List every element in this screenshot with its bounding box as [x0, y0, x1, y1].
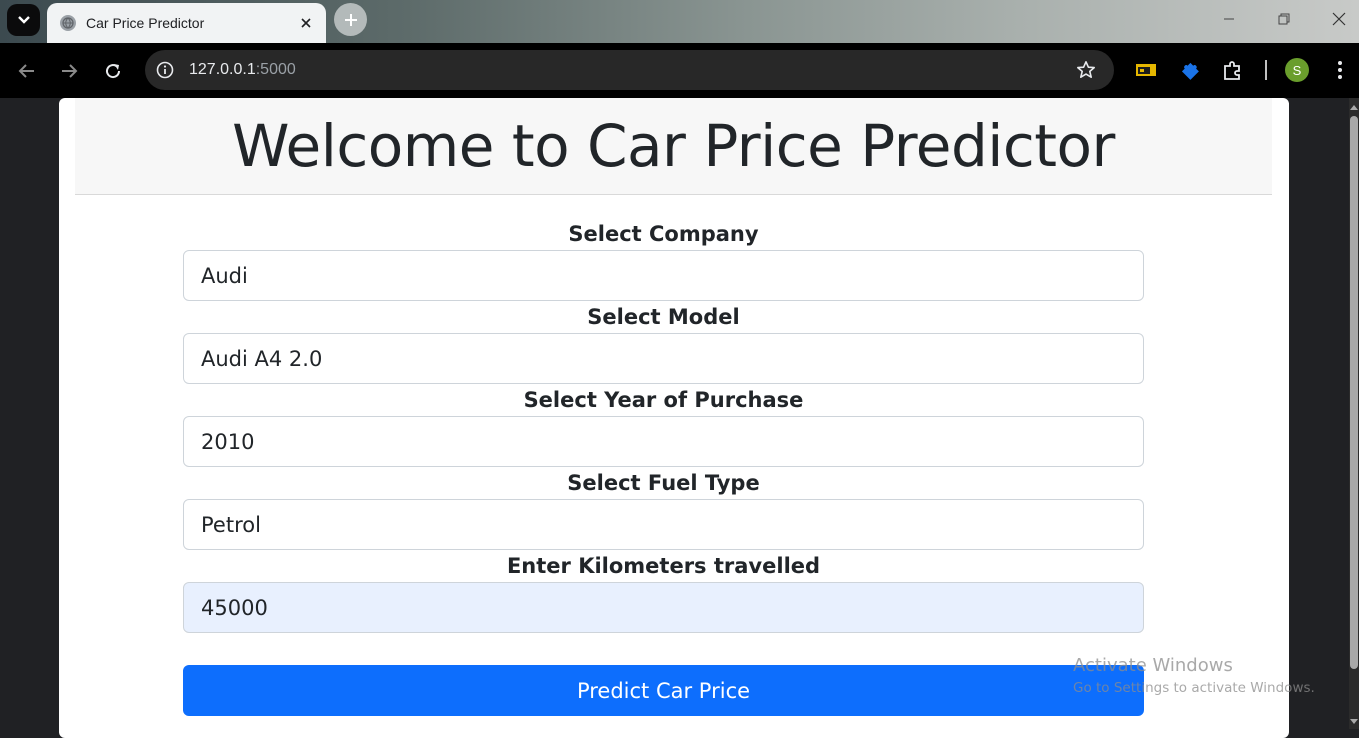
predict-button[interactable]: Predict Car Price — [183, 665, 1144, 716]
url-text[interactable]: 127.0.0.1:5000 — [189, 61, 1074, 79]
year-label: Select Year of Purchase — [523, 388, 804, 412]
url-port: :5000 — [255, 61, 296, 78]
scroll-thumb[interactable] — [1350, 116, 1358, 669]
forward-button[interactable] — [54, 56, 84, 86]
chevron-down-icon — [17, 16, 30, 24]
back-arrow-icon — [18, 64, 34, 78]
reload-button[interactable] — [98, 56, 128, 86]
more-vert-icon[interactable] — [1328, 58, 1352, 82]
cast-icon[interactable] — [1134, 58, 1158, 82]
fuel-type-label: Select Fuel Type — [567, 471, 760, 495]
activate-windows-watermark: Activate Windows Go to Settings to activ… — [1073, 655, 1315, 696]
star-icon[interactable] — [1074, 58, 1098, 82]
kilometers-label: Enter Kilometers travelled — [506, 554, 821, 578]
fuel-type-select[interactable]: Petrol — [183, 499, 1144, 550]
scroll-down-icon[interactable] — [1350, 718, 1358, 726]
new-tab-button[interactable] — [334, 3, 367, 36]
forward-arrow-icon — [62, 64, 78, 78]
watermark-line1: Activate Windows — [1073, 655, 1233, 676]
title-bar: Car Price Predictor — [0, 0, 1359, 43]
reload-icon — [106, 64, 121, 79]
toolbar-divider — [1265, 60, 1267, 80]
plus-icon — [344, 13, 357, 26]
back-button[interactable] — [12, 56, 42, 86]
predictor-card: Welcome to Car Price Predictor Select Co… — [59, 98, 1289, 738]
browser-toolbar: 127.0.0.1:5000 S — [0, 43, 1359, 98]
restore-button[interactable] — [1264, 5, 1304, 33]
tab-search-button[interactable] — [7, 4, 40, 36]
card-header: Welcome to Car Price Predictor — [75, 98, 1272, 195]
close-window-button[interactable] — [1319, 5, 1359, 33]
restore-icon — [1278, 13, 1290, 25]
watermark-line2: Go to Settings to activate Windows. — [1073, 680, 1315, 696]
avatar[interactable]: S — [1285, 58, 1309, 82]
minimize-button[interactable] — [1209, 5, 1249, 33]
page-scrollbar[interactable] — [1349, 98, 1359, 729]
model-label: Select Model — [587, 305, 740, 329]
info-icon[interactable] — [155, 60, 175, 80]
close-icon — [1332, 12, 1346, 26]
scroll-up-icon[interactable] — [1350, 103, 1358, 111]
url-host: 127.0.0.1 — [189, 61, 256, 78]
address-bar[interactable]: 127.0.0.1:5000 — [145, 50, 1114, 90]
company-label: Select Company — [568, 222, 759, 246]
page-viewport: Welcome to Car Price Predictor Select Co… — [0, 98, 1359, 738]
minimize-icon — [1224, 18, 1234, 20]
tab-title: Car Price Predictor — [86, 15, 205, 31]
model-select[interactable]: Audi A4 2.0 — [183, 333, 1144, 384]
company-select[interactable]: Audi — [183, 250, 1144, 301]
tab-active[interactable]: Car Price Predictor — [47, 3, 326, 43]
avatar-initial: S — [1292, 62, 1302, 78]
close-icon[interactable] — [296, 13, 316, 33]
extensions-icon[interactable] — [1221, 58, 1245, 82]
globe-icon — [60, 15, 76, 31]
year-select[interactable]: 2010 — [183, 416, 1144, 467]
kilometers-input[interactable]: 45000 — [183, 582, 1144, 633]
puzzle-extension-icon[interactable] — [1177, 58, 1201, 82]
page-title: Welcome to Car Price Predictor — [232, 112, 1115, 180]
